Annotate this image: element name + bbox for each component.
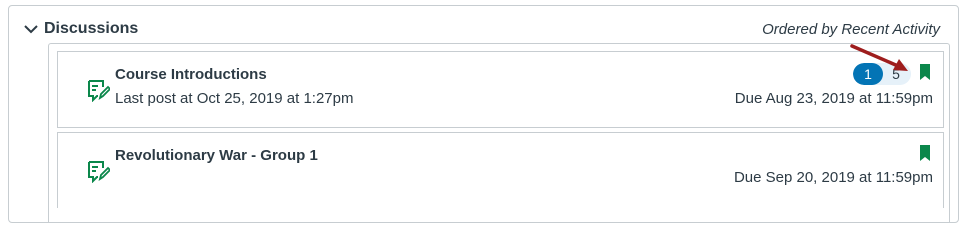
section-title[interactable]: Discussions <box>44 20 138 38</box>
discussion-icon <box>88 80 110 102</box>
discussion-title-link[interactable]: Course Introductions <box>115 66 267 83</box>
due-date: Due Sep 20, 2019 at 11:59pm <box>733 169 933 186</box>
annotation-arrow-icon <box>850 44 908 71</box>
sort-order-label: Ordered by Recent Activity <box>762 21 940 38</box>
chevron-down-icon[interactable] <box>23 21 39 37</box>
list-item[interactable]: Revolutionary War - Group 1 Due Sep 20, … <box>57 132 944 208</box>
discussions-panel: Discussions Ordered by Recent Activity C… <box>8 5 959 223</box>
discussion-list: Course Introductions Last post at Oct 25… <box>48 43 950 222</box>
list-item[interactable]: Course Introductions Last post at Oct 25… <box>57 51 944 128</box>
discussion-icon <box>88 161 110 183</box>
bookmark-icon[interactable] <box>919 145 931 161</box>
due-date: Due Aug 23, 2019 at 11:59pm <box>734 90 933 107</box>
bookmark-icon[interactable] <box>919 64 931 80</box>
last-post-text: Last post at Oct 25, 2019 at 1:27pm <box>115 90 354 107</box>
discussion-title-link[interactable]: Revolutionary War - Group 1 <box>115 147 318 164</box>
